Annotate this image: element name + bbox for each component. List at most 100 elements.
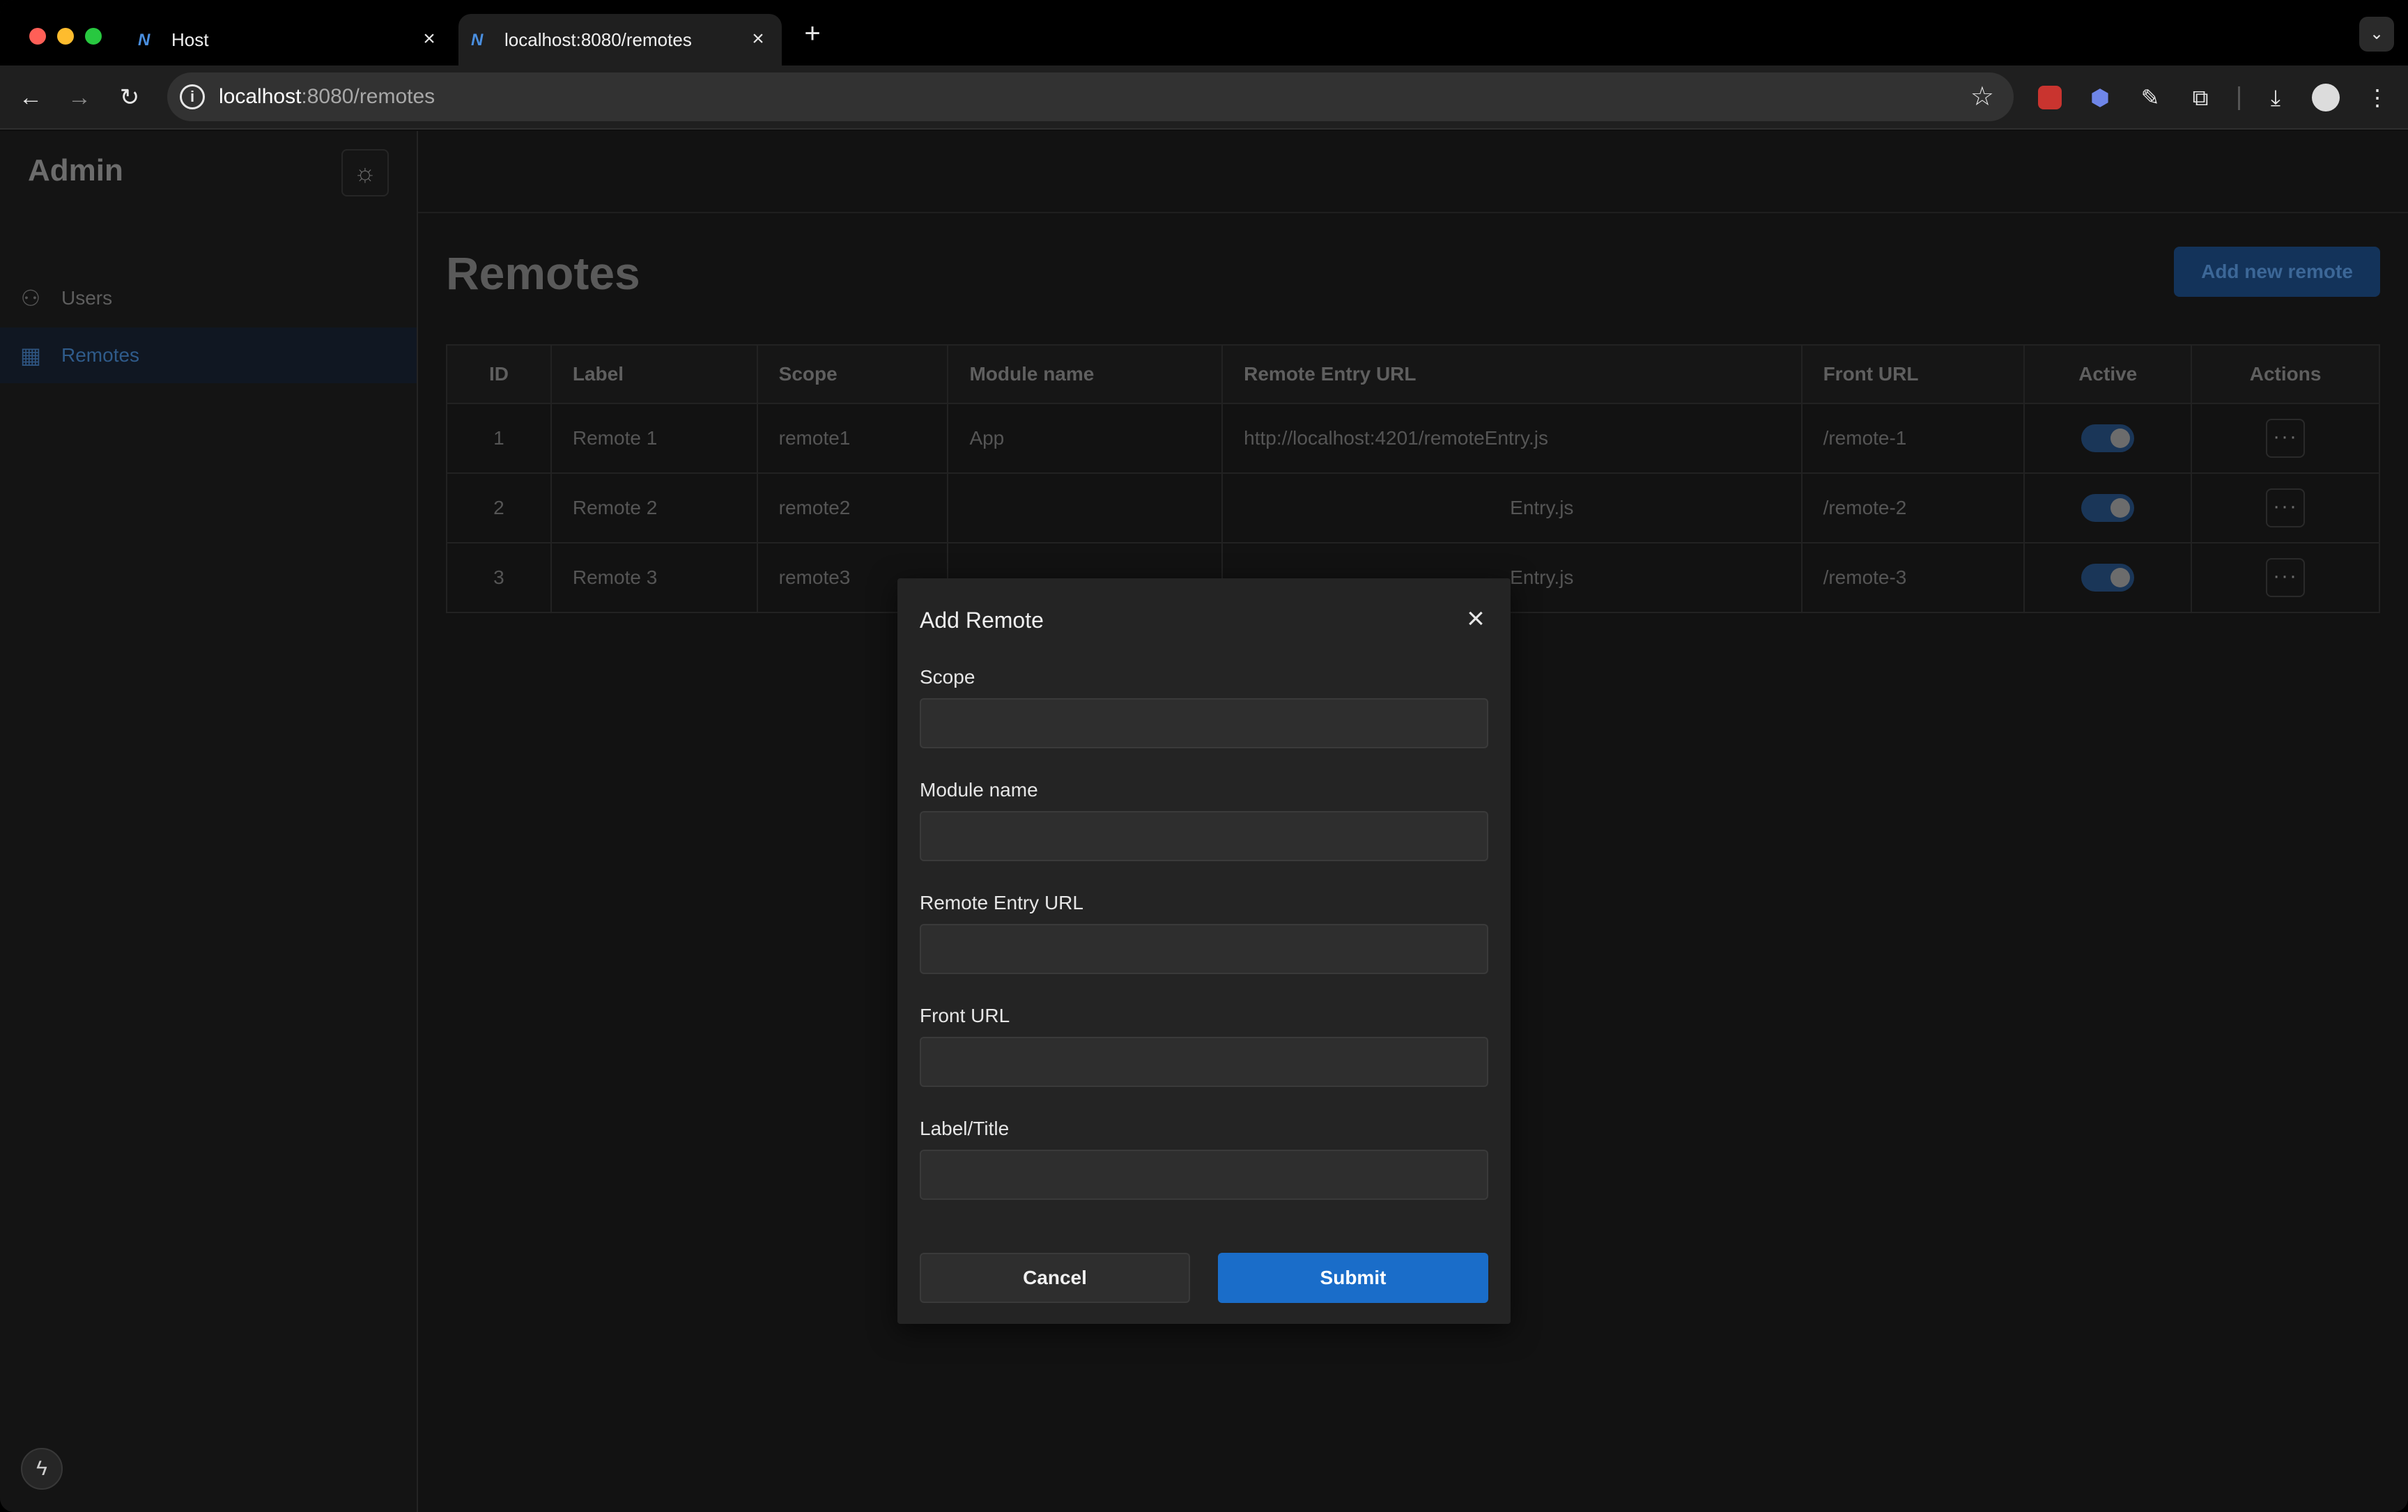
- bookmark-star-icon[interactable]: ☆: [1970, 81, 1994, 112]
- remotes-table: ID Label Scope Module name Remote Entry …: [446, 344, 2380, 613]
- more-actions-icon[interactable]: ···: [2266, 558, 2306, 597]
- sidebar-item-remotes[interactable]: ▦ Remotes: [0, 327, 417, 383]
- front-url-input[interactable]: [920, 1037, 1488, 1087]
- browser-toolbar: ← → ↻ i localhost:8080/remotes ☆ ⬢ ✎ ⧉ ⤓…: [0, 65, 2408, 130]
- window-maximize-button[interactable]: [85, 28, 102, 45]
- nx-logo-icon: N: [471, 31, 484, 49]
- toolbar-divider: [2238, 86, 2240, 110]
- table-icon: ▦: [20, 343, 42, 368]
- toggle-knob: [2110, 429, 2131, 448]
- cell-label: Remote 2: [550, 472, 758, 543]
- tab-search-button[interactable]: ⌄: [2359, 17, 2394, 52]
- cell-active: [2023, 403, 2193, 474]
- tab-host[interactable]: N Host ×: [125, 14, 453, 65]
- page-content: Admin ☼ ⚇ Users ▦ Remotes ϟ Remotes Add …: [0, 131, 2408, 1512]
- page-title: Remotes: [446, 247, 640, 299]
- cell-front-url: /remote-1: [1800, 403, 2025, 474]
- column-header-label[interactable]: Label: [550, 344, 758, 404]
- profile-avatar-icon[interactable]: [2308, 79, 2344, 116]
- cell-id: 1: [446, 403, 552, 474]
- remote-entry-url-input[interactable]: [920, 924, 1488, 974]
- cell-front-url: /remote-3: [1800, 542, 2025, 613]
- label-title-input[interactable]: [920, 1150, 1488, 1200]
- column-header-actions: Actions: [2191, 344, 2380, 404]
- active-toggle[interactable]: [2081, 424, 2135, 452]
- cell-module: App: [947, 403, 1224, 474]
- cell-id: 3: [446, 542, 552, 613]
- cell-actions: ···: [2191, 472, 2380, 543]
- scope-input[interactable]: [920, 698, 1488, 748]
- theme-toggle-sun-icon[interactable]: ☼: [341, 149, 389, 196]
- url-path: :8080/remotes: [301, 85, 435, 108]
- sidebar-item-users[interactable]: ⚇ Users: [0, 270, 417, 326]
- more-actions-icon[interactable]: ···: [2266, 488, 2306, 527]
- cell-active: [2023, 542, 2193, 613]
- sidebar-item-label: Remotes: [61, 344, 140, 366]
- cell-active: [2023, 472, 2193, 543]
- module-name-input[interactable]: [920, 811, 1488, 861]
- download-icon[interactable]: ⤓: [2258, 79, 2294, 116]
- extensions-puzzle-icon[interactable]: ⧉: [2182, 79, 2218, 116]
- site-info-icon[interactable]: i: [180, 84, 205, 109]
- front-url-label: Front URL: [920, 1005, 1010, 1026]
- column-header-id[interactable]: ID: [446, 344, 552, 404]
- column-header-scope[interactable]: Scope: [756, 344, 949, 404]
- cell-scope: remote1: [756, 403, 949, 474]
- label-title-label: Label/Title: [920, 1118, 1010, 1139]
- window-close-button[interactable]: [29, 28, 46, 45]
- table-header-row: ID Label Scope Module name Remote Entry …: [446, 344, 2380, 404]
- tab-strip: N Host × N localhost:8080/remotes × + ⌄: [0, 0, 2408, 65]
- module-name-label: Module name: [920, 779, 1038, 801]
- extension-hexagon-icon[interactable]: ⬢: [2082, 79, 2118, 116]
- url-text[interactable]: localhost:8080/remotes: [219, 85, 435, 109]
- close-icon[interactable]: ×: [744, 25, 772, 53]
- brand-title: Admin: [28, 153, 123, 187]
- add-remote-dialog: Add Remote × Scope Module name Remote En…: [897, 578, 1511, 1324]
- cell-front-url: /remote-2: [1800, 472, 2025, 543]
- reload-button[interactable]: ↻: [110, 78, 149, 117]
- close-icon[interactable]: ×: [1460, 603, 1491, 635]
- column-header-remote-entry-url[interactable]: Remote Entry URL: [1221, 344, 1803, 404]
- cell-scope: remote2: [756, 472, 949, 543]
- more-actions-icon[interactable]: ···: [2266, 419, 2306, 458]
- close-icon[interactable]: ×: [415, 25, 443, 53]
- remote-entry-url-label: Remote Entry URL: [920, 892, 1083, 913]
- add-new-remote-button[interactable]: Add new remote: [2174, 247, 2380, 297]
- toggle-knob: [2110, 568, 2131, 587]
- lightning-bolt-icon[interactable]: ϟ: [21, 1448, 63, 1490]
- active-toggle[interactable]: [2081, 494, 2135, 522]
- new-tab-button[interactable]: +: [798, 20, 826, 47]
- cancel-button[interactable]: Cancel: [920, 1253, 1190, 1303]
- cell-remote-entry-url: Entry.js: [1221, 472, 1803, 543]
- active-toggle[interactable]: [2081, 564, 2135, 592]
- tab-title: Host: [171, 29, 209, 50]
- kebab-menu-icon[interactable]: ⋮: [2359, 79, 2395, 116]
- tab-remotes[interactable]: N localhost:8080/remotes ×: [458, 14, 782, 65]
- submit-button[interactable]: Submit: [1218, 1253, 1488, 1303]
- column-header-front-url[interactable]: Front URL: [1800, 344, 2025, 404]
- tab-title: localhost:8080/remotes: [504, 29, 692, 50]
- back-button[interactable]: ←: [11, 78, 50, 117]
- cell-actions: ···: [2191, 542, 2380, 613]
- extension-eyedropper-icon[interactable]: ✎: [2132, 79, 2168, 116]
- cell-module: [947, 472, 1224, 543]
- nx-logo-icon: N: [138, 31, 150, 49]
- toggle-knob: [2110, 498, 2131, 518]
- column-header-module[interactable]: Module name: [947, 344, 1224, 404]
- table-row: 1 Remote 1 remote1 App http://localhost:…: [446, 403, 2380, 474]
- cell-label: Remote 3: [550, 542, 758, 613]
- extension-red-icon[interactable]: [2032, 79, 2068, 116]
- cell-label: Remote 1: [550, 403, 758, 474]
- users-icon: ⚇: [20, 286, 41, 311]
- url-host: localhost: [219, 85, 302, 108]
- column-header-active[interactable]: Active: [2023, 344, 2193, 404]
- sidebar-item-label: Users: [61, 287, 113, 309]
- cell-actions: ···: [2191, 403, 2380, 474]
- forward-button[interactable]: →: [60, 78, 99, 117]
- cell-id: 2: [446, 472, 552, 543]
- window-minimize-button[interactable]: [57, 28, 74, 45]
- browser-window: N Host × N localhost:8080/remotes × + ⌄ …: [0, 0, 2408, 1512]
- dialog-title: Add Remote: [920, 608, 1044, 633]
- address-bar[interactable]: i localhost:8080/remotes ☆: [167, 72, 2014, 121]
- scope-label: Scope: [920, 666, 975, 688]
